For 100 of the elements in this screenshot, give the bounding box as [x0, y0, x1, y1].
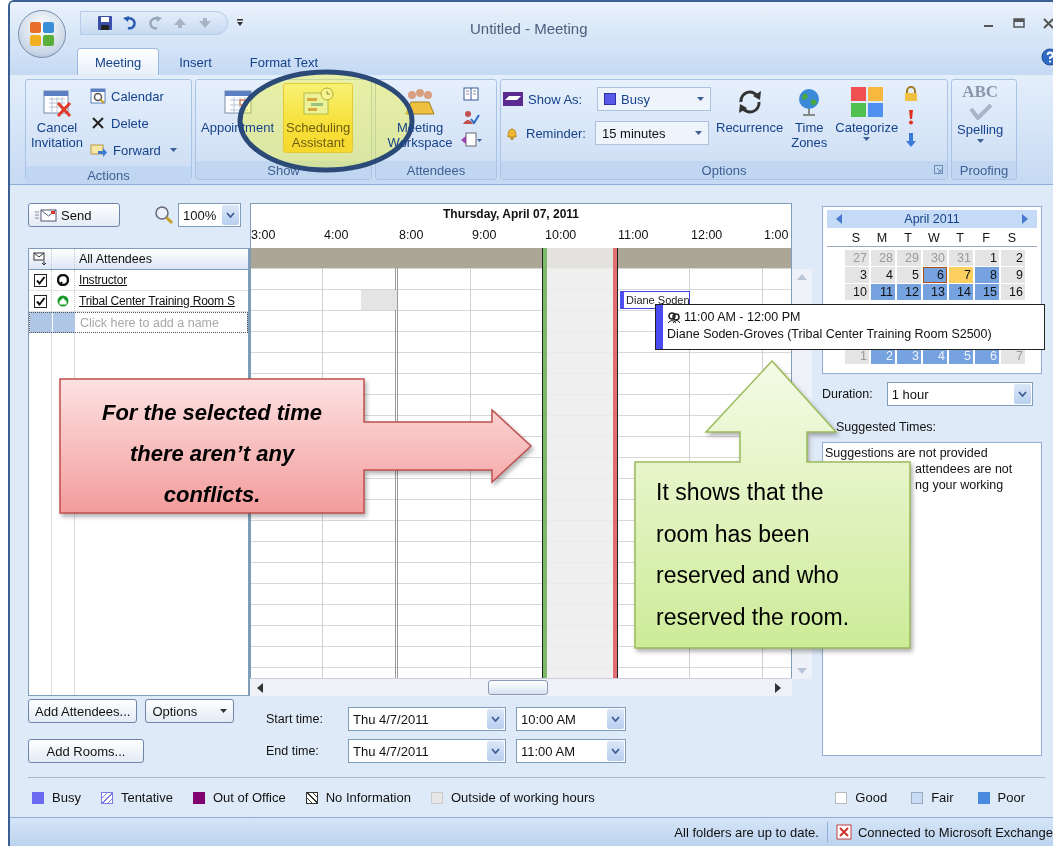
delete-button[interactable]: Delete: [88, 110, 179, 136]
scroll-right-icon[interactable]: [774, 682, 782, 693]
caret-icon: [169, 148, 177, 152]
horizontal-scrollbar[interactable]: [250, 678, 792, 696]
calendar-day[interactable]: 12: [897, 284, 921, 300]
scroll-left-icon[interactable]: [256, 682, 264, 693]
start-time-dropdown[interactable]: 10:00 AM: [516, 707, 626, 731]
calendar-day[interactable]: 6: [923, 267, 947, 283]
legend-label: Busy: [52, 790, 81, 805]
end-date-dropdown[interactable]: Thu 4/7/2011: [348, 739, 506, 763]
office-logo-icon: [27, 19, 57, 49]
calendar-day[interactable]: 10: [845, 284, 869, 300]
address-book-icon[interactable]: [462, 86, 480, 102]
dropdown-button[interactable]: [1013, 384, 1031, 404]
suggestion-text: ng your working: [914, 477, 1005, 493]
checkbox[interactable]: [33, 294, 47, 308]
chevron-down-icon: [611, 748, 620, 754]
hour-label: 9:00: [472, 228, 498, 242]
group-label: Actions: [26, 166, 191, 184]
calendar-day[interactable]: 14: [949, 284, 973, 300]
send-button[interactable]: Send: [28, 203, 120, 227]
options-button[interactable]: Options: [145, 699, 235, 723]
calendar-day[interactable]: 7: [949, 267, 973, 283]
hour-label: 8:00: [399, 228, 425, 242]
time-zones-button[interactable]: Time Zones: [788, 83, 831, 153]
dropdown-button[interactable]: [487, 741, 504, 761]
group-label: Options: [501, 161, 947, 179]
calendar-day[interactable]: 11: [871, 284, 895, 300]
categorize-button[interactable]: Categorize: [832, 83, 902, 144]
calendar-button[interactable]: Calendar: [88, 83, 179, 109]
spelling-button[interactable]: ABC Spelling: [954, 81, 1007, 146]
busy-swatch-icon: [604, 93, 616, 105]
connection-status: Connected to Microsoft Exchange: [857, 824, 1053, 840]
cancel-invitation-button[interactable]: Cancel Invitation: [28, 83, 87, 153]
calendar-day[interactable]: 13: [923, 284, 947, 300]
customize-caret-icon[interactable]: [236, 18, 244, 28]
response-options-icon[interactable]: [460, 132, 482, 148]
caret-icon: [220, 709, 228, 713]
reminder-dropdown[interactable]: 15 minutes: [595, 121, 709, 145]
lock-icon[interactable]: [903, 86, 920, 102]
dropdown-button[interactable]: [607, 741, 624, 761]
envelope-icon: [33, 252, 47, 266]
weekday-label: T: [955, 230, 965, 246]
maximize-icon[interactable]: [1013, 17, 1025, 29]
chevron-down-icon: [491, 716, 500, 722]
checkbox[interactable]: [33, 273, 47, 287]
undo-icon[interactable]: [122, 15, 138, 31]
reminder-label: Reminder:: [526, 125, 587, 141]
selected-time-range[interactable]: [543, 248, 617, 678]
scheduling-assistant-button[interactable]: Scheduling Assistant: [283, 83, 354, 153]
attendee-name-link[interactable]: Instructor: [75, 270, 248, 290]
group-label: Proofing: [952, 161, 1016, 179]
calendar-month: April 2011: [904, 212, 960, 226]
duration-dropdown[interactable]: 1 hour: [886, 382, 1033, 406]
chevron-down-icon: [491, 748, 500, 754]
ribbon-tab[interactable]: Format Text: [231, 48, 337, 75]
zoom-icon: [154, 205, 174, 225]
calendar-day[interactable]: 3: [845, 267, 869, 283]
calendar-day[interactable]: 9: [1001, 267, 1025, 283]
calendar-day[interactable]: 5: [897, 267, 921, 283]
sync-status: All folders are up to date.: [674, 824, 819, 840]
calendar-day[interactable]: 15: [975, 284, 999, 300]
forward-button[interactable]: Forward: [88, 137, 179, 163]
envelope-arrow-icon: [90, 142, 109, 158]
hour-label: 4:00: [324, 228, 350, 242]
dropdown-button[interactable]: [222, 205, 239, 225]
hour-label: 11:00: [618, 228, 650, 242]
next-month-icon[interactable]: [1021, 213, 1029, 225]
attendee-name-link[interactable]: Tribal Center Training Room S: [75, 291, 248, 311]
previous-month-icon[interactable]: [835, 213, 843, 225]
dropdown-button[interactable]: [487, 709, 504, 729]
ribbon-tab[interactable]: Meeting: [77, 48, 160, 75]
suggestion-text: attendees are not: [914, 461, 1014, 477]
suggestion-text: Suggestions are not provided: [825, 445, 989, 461]
close-icon[interactable]: [1043, 17, 1053, 29]
caret-icon: [697, 97, 704, 101]
column-header[interactable]: All Attendees: [75, 249, 248, 269]
calendar-day[interactable]: 4: [871, 267, 895, 283]
ribbon-tab[interactable]: Insert: [161, 48, 230, 75]
scroll-thumb[interactable]: [488, 680, 548, 695]
calendar-day[interactable]: 1: [975, 250, 999, 266]
person-check-icon[interactable]: [462, 109, 480, 125]
chevron-down-icon: [1017, 391, 1027, 397]
legend-label: Good: [855, 790, 888, 805]
group-label: Attendees: [376, 161, 496, 179]
zoom-dropdown[interactable]: 100%: [178, 203, 241, 227]
recurrence-button[interactable]: Recurrence: [713, 83, 787, 138]
category-squares-icon: [849, 86, 884, 118]
add-rooms-button[interactable]: Add Rooms...: [28, 739, 144, 763]
calendar-day[interactable]: 8: [975, 267, 999, 283]
calendar-day[interactable]: 16: [1001, 284, 1025, 300]
dropdown-button[interactable]: [607, 709, 624, 729]
save-icon[interactable]: [97, 15, 113, 31]
end-time-dropdown[interactable]: 11:00 AM: [516, 739, 626, 763]
people-table-icon: [402, 86, 438, 118]
start-date-dropdown[interactable]: Thu 4/7/2011: [348, 707, 506, 731]
hour-label: 3:00: [251, 228, 277, 242]
calendar-day[interactable]: 2: [1001, 250, 1025, 266]
show-as-dropdown[interactable]: Busy: [597, 87, 711, 111]
add-attendees-button[interactable]: Add Attendees...: [28, 699, 138, 723]
